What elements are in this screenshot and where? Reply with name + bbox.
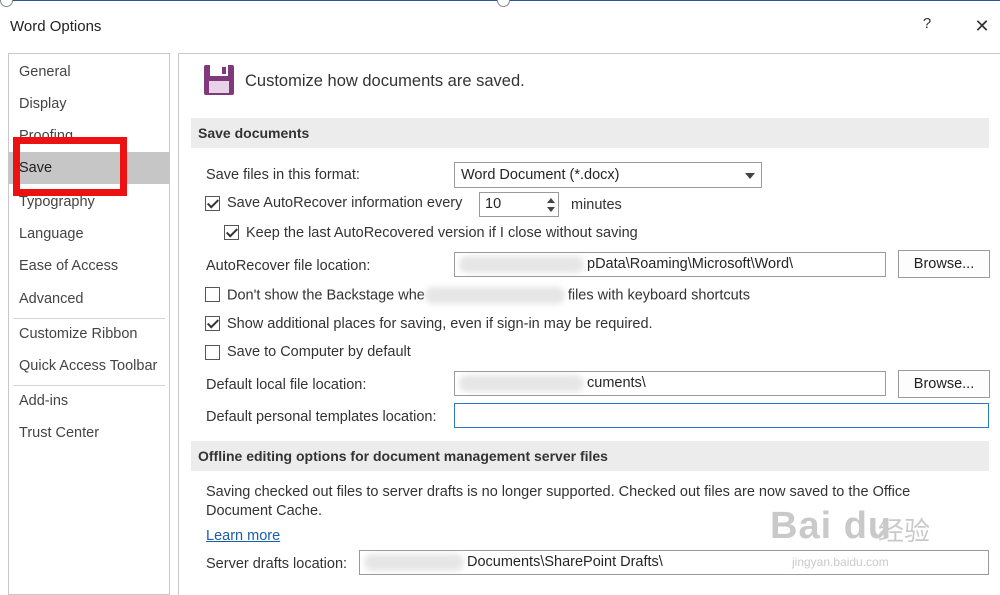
default-local-input[interactable]: cuments\ — [454, 371, 886, 396]
offline-info-line-2: Document Cache. — [206, 503, 323, 519]
redacted-path — [459, 374, 584, 392]
learn-more-link[interactable]: Learn more — [206, 528, 280, 544]
backstage-checkbox[interactable] — [205, 287, 220, 302]
sidebar-item-typography[interactable]: Typography — [9, 186, 169, 218]
default-templates-label: Default personal templates location: — [206, 409, 437, 425]
sidebar-item-language[interactable]: Language — [9, 218, 169, 250]
format-value: Word Document (*.docx) — [461, 167, 620, 183]
autorecover-location-label: AutoRecover file location: — [206, 258, 371, 274]
sidebar-item-customize-ribbon[interactable]: Customize Ribbon — [9, 318, 169, 350]
sidebar-item-display[interactable]: Display — [9, 88, 169, 120]
additional-places-checkbox[interactable] — [205, 316, 220, 331]
redacted-path — [364, 553, 464, 571]
title-bar: Word Options ? ✕ — [0, 0, 1000, 50]
browse-autorecover-button[interactable]: Browse... — [898, 250, 990, 278]
sidebar-item-ease-of-access[interactable]: Ease of Access — [9, 250, 169, 282]
browse-local-button[interactable]: Browse... — [898, 370, 990, 398]
redacted-path — [459, 255, 584, 273]
backstage-label-start: Don't show the Backstage whe — [227, 287, 425, 304]
sidebar-item-trust-center[interactable]: Trust Center — [9, 417, 169, 449]
server-drafts-label: Server drafts location: — [206, 556, 348, 572]
window-title: Word Options — [10, 18, 102, 35]
resize-handle-left[interactable] — [0, 0, 13, 7]
sidebar-item-advanced[interactable]: Advanced — [9, 283, 169, 315]
section-save-documents: Save documents — [191, 118, 989, 148]
default-local-value: cuments\ — [587, 375, 646, 391]
default-local-label: Default local file location: — [206, 377, 367, 393]
options-sidebar: General Display Proofing Save Typography… — [8, 53, 170, 595]
format-label: Save files in this format: — [206, 167, 360, 183]
backstage-label: Don't show the Backstage whe files with k… — [227, 287, 750, 304]
spin-down-icon[interactable] — [547, 207, 555, 212]
sidebar-item-add-ins[interactable]: Add-ins — [9, 385, 169, 417]
keep-last-label: Keep the last AutoRecovered version if I… — [246, 225, 638, 241]
save-to-computer-label: Save to Computer by default — [227, 344, 411, 360]
server-drafts-input[interactable]: Documents\SharePoint Drafts\ — [359, 550, 989, 575]
sidebar-item-general[interactable]: General — [9, 56, 169, 88]
help-button[interactable]: ? — [918, 15, 936, 37]
autorecover-location-input[interactable]: pData\Roaming\Microsoft\Word\ — [454, 252, 886, 277]
panel-header-text: Customize how documents are saved. — [245, 72, 525, 90]
save-options-panel: Customize how documents are saved. Save … — [178, 53, 1000, 595]
autorecover-label: Save AutoRecover information every — [227, 195, 463, 211]
chevron-down-icon — [745, 173, 755, 179]
keep-last-checkbox[interactable] — [224, 225, 239, 240]
close-button[interactable]: ✕ — [970, 13, 994, 39]
autorecover-checkbox[interactable] — [205, 196, 220, 211]
section-offline-editing: Offline editing options for document man… — [191, 441, 989, 471]
autorecover-minutes-stepper[interactable]: 10 — [479, 192, 559, 217]
default-templates-input[interactable] — [454, 403, 989, 428]
sidebar-item-proofing[interactable]: Proofing — [9, 120, 169, 152]
server-drafts-value: Documents\SharePoint Drafts\ — [467, 554, 663, 570]
sidebar-item-quick-access-toolbar[interactable]: Quick Access Toolbar — [9, 350, 169, 382]
autorecover-location-value: pData\Roaming\Microsoft\Word\ — [587, 256, 794, 272]
resize-handle-top[interactable] — [497, 0, 510, 7]
offline-info-line-1: Saving checked out files to server draft… — [206, 484, 911, 500]
minutes-label: minutes — [571, 197, 622, 213]
floppy-disk-icon — [204, 65, 234, 95]
autorecover-minutes-value: 10 — [485, 196, 502, 212]
save-to-computer-checkbox[interactable] — [205, 345, 220, 360]
spin-up-icon[interactable] — [547, 198, 555, 203]
format-dropdown[interactable]: Word Document (*.docx) — [454, 162, 762, 188]
additional-places-label: Show additional places for saving, even … — [227, 316, 653, 332]
redacted-text — [424, 287, 565, 304]
backstage-label-end: files with keyboard shortcuts — [567, 287, 750, 304]
sidebar-item-save[interactable]: Save — [9, 152, 169, 184]
